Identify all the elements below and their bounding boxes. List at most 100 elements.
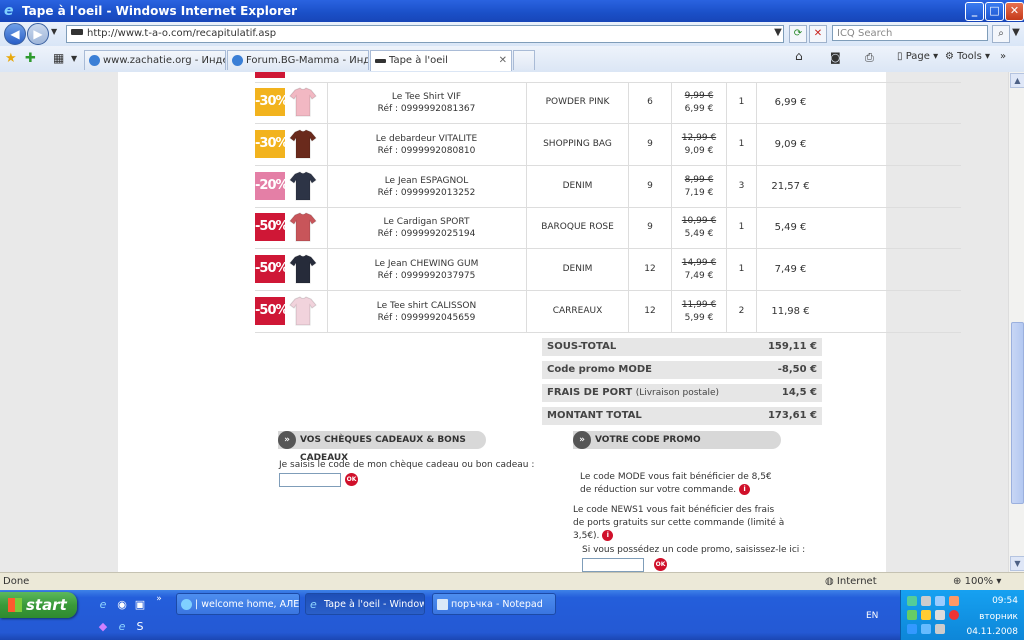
product-total: 9,09 € <box>756 123 824 165</box>
favorites-star-icon[interactable]: ★ <box>5 51 17 66</box>
start-button[interactable]: start <box>0 592 77 618</box>
product-quantity: 1 <box>726 123 756 165</box>
scroll-up-icon[interactable]: ▲ <box>1010 73 1024 88</box>
tray-icon[interactable] <box>921 596 931 606</box>
forward-button[interactable]: ▶ <box>27 23 49 45</box>
window-title: Tape à l'oeil - Windows Internet Explore… <box>22 4 298 18</box>
product-name[interactable]: Le Jean CHEWING GUM <box>329 258 524 270</box>
add-favorites-icon[interactable]: ✚ <box>25 51 36 66</box>
address-dropdown-icon[interactable]: ▼ <box>770 25 786 41</box>
refresh-icon[interactable]: ⟳ <box>789 25 807 43</box>
tray-icon[interactable] <box>935 610 945 620</box>
product-size: 9 <box>628 165 671 207</box>
gift-code-input[interactable] <box>279 473 341 487</box>
ie-quicklaunch-icon[interactable]: e <box>96 598 110 612</box>
page-menu[interactable]: ▯ Page ▾ <box>897 51 938 62</box>
tab-tape-a-loeil[interactable]: Tape à l'oeil ✕ <box>370 50 512 71</box>
app-quicklaunch-icon[interactable]: ◆ <box>96 620 110 634</box>
product-name[interactable]: Le debardeur VITALITE <box>329 133 524 145</box>
history-dropdown-icon[interactable]: ▼ <box>51 27 57 36</box>
close-button[interactable]: ✕ <box>1005 2 1024 21</box>
ie-quicklaunch-icon[interactable]: e <box>115 620 129 634</box>
page-icon <box>71 29 83 35</box>
search-options-icon[interactable]: ▼ <box>1008 25 1024 41</box>
cell-divider <box>327 207 328 249</box>
new-price: 7,19 € <box>684 187 714 198</box>
tray-icon[interactable] <box>949 596 959 606</box>
info-icon[interactable]: i <box>602 530 614 541</box>
back-button[interactable]: ◀ <box>4 23 26 45</box>
old-price: 9,99 € <box>684 91 714 101</box>
product-name-cell: Le Jean ESPAGNOL Réf : 0999992013252 <box>329 175 524 199</box>
scroll-down-icon[interactable]: ▼ <box>1010 556 1024 571</box>
system-tray: 09:54 вторник 04.11.2008 <box>900 590 1024 640</box>
new-price: 6,99 € <box>684 104 714 114</box>
notepad-icon <box>437 599 448 610</box>
maximize-button[interactable]: □ <box>985 2 1004 21</box>
vertical-scrollbar[interactable]: ▲ ▼ <box>1008 72 1024 572</box>
address-field[interactable]: http://www.t-a-o.com/recapitulatif.asp <box>66 25 784 43</box>
product-image[interactable] <box>289 87 317 117</box>
table-row: -20% Le Jean ESPAGNOL Réf : 0999992013252 D… <box>255 165 961 208</box>
product-ref: Réf : 0999992081367 <box>377 104 476 114</box>
product-total: 6,99 € <box>756 82 824 123</box>
tray-icon[interactable] <box>935 624 945 634</box>
product-ref: Réf : 0999992013252 <box>377 187 476 198</box>
scroll-thumb[interactable] <box>1011 322 1024 504</box>
quick-tabs-icon[interactable]: ▦ <box>53 51 64 65</box>
promo-ok-button[interactable]: OK <box>654 558 667 571</box>
feeds-icon[interactable]: ◙ <box>830 51 841 64</box>
skype-quicklaunch-icon[interactable]: S <box>133 620 147 634</box>
tab-list-icon[interactable]: ▼ <box>71 54 77 63</box>
product-image[interactable] <box>289 212 317 242</box>
gift-label: Je saisis le code de mon chèque cadeau o… <box>279 460 535 470</box>
info-icon[interactable]: i <box>739 484 751 495</box>
home-icon[interactable]: ⌂ <box>795 49 803 63</box>
product-ref: Réf : 0999992025194 <box>377 229 476 240</box>
taskbar-button-notepad[interactable]: поръчка - Notepad <box>432 593 556 615</box>
desktop-quicklaunch-icon[interactable]: ▣ <box>133 598 147 612</box>
zoom-control[interactable]: ⊕ 100% ▾ <box>953 573 1001 591</box>
product-image[interactable] <box>289 254 317 284</box>
product-name[interactable]: Le Cardigan SPORT <box>329 216 524 228</box>
media-quicklaunch-icon[interactable]: ◉ <box>115 598 129 612</box>
chevron-right-icon: » <box>573 431 591 449</box>
language-indicator[interactable]: EN <box>866 611 878 621</box>
close-tab-icon[interactable]: ✕ <box>499 51 507 71</box>
clock-time[interactable]: 09:54 <box>992 596 1018 606</box>
stop-icon[interactable]: ✕ <box>809 25 827 43</box>
tools-menu[interactable]: ⚙ Tools ▾ <box>945 51 990 62</box>
quicklaunch-more-icon[interactable]: » <box>152 592 166 606</box>
new-tab-button[interactable] <box>513 50 535 70</box>
discount-badge: -50% <box>255 255 289 284</box>
product-color: POWDER PINK <box>526 82 628 123</box>
product-name[interactable]: Le Tee Shirt VIF <box>329 91 524 103</box>
tray-icon[interactable] <box>921 624 931 634</box>
search-input[interactable]: ICQ Search <box>832 25 988 41</box>
tray-icon[interactable] <box>921 610 931 620</box>
cell-divider <box>327 82 328 123</box>
minimize-button[interactable]: _ <box>965 2 984 21</box>
tray-icon[interactable] <box>949 610 959 620</box>
tab-zachatie[interactable]: www.zachatie.org - Индекс <box>84 50 226 70</box>
product-image[interactable] <box>289 171 317 201</box>
taskbar-button-music[interactable]: | welcome home, АЛЕ... <box>176 593 300 615</box>
product-image[interactable] <box>289 296 317 326</box>
print-icon[interactable]: ⎙ <box>865 51 874 65</box>
product-size: 12 <box>628 291 671 332</box>
product-price: 10,99 € 5,49 € <box>671 207 726 249</box>
product-color: CARREAUX <box>526 291 628 332</box>
product-name[interactable]: Le Tee shirt CALISSON <box>329 300 524 312</box>
tray-icon[interactable] <box>907 610 917 620</box>
product-color: DENIM <box>526 165 628 207</box>
taskbar-button-ie[interactable]: e Tape à l'oeil - Window... <box>305 593 425 615</box>
gift-ok-button[interactable]: OK <box>345 473 358 486</box>
tray-icon[interactable] <box>907 624 917 634</box>
chevron-right-icon[interactable]: » <box>1000 51 1006 62</box>
product-name[interactable]: Le Jean ESPAGNOL <box>329 175 524 187</box>
promo-code-input[interactable] <box>582 558 644 572</box>
tab-bgmamma[interactable]: Forum.BG-Mamma - Индекс <box>227 50 369 70</box>
tray-icon[interactable] <box>907 596 917 606</box>
tray-icon[interactable] <box>935 596 945 606</box>
product-image[interactable] <box>289 129 317 159</box>
